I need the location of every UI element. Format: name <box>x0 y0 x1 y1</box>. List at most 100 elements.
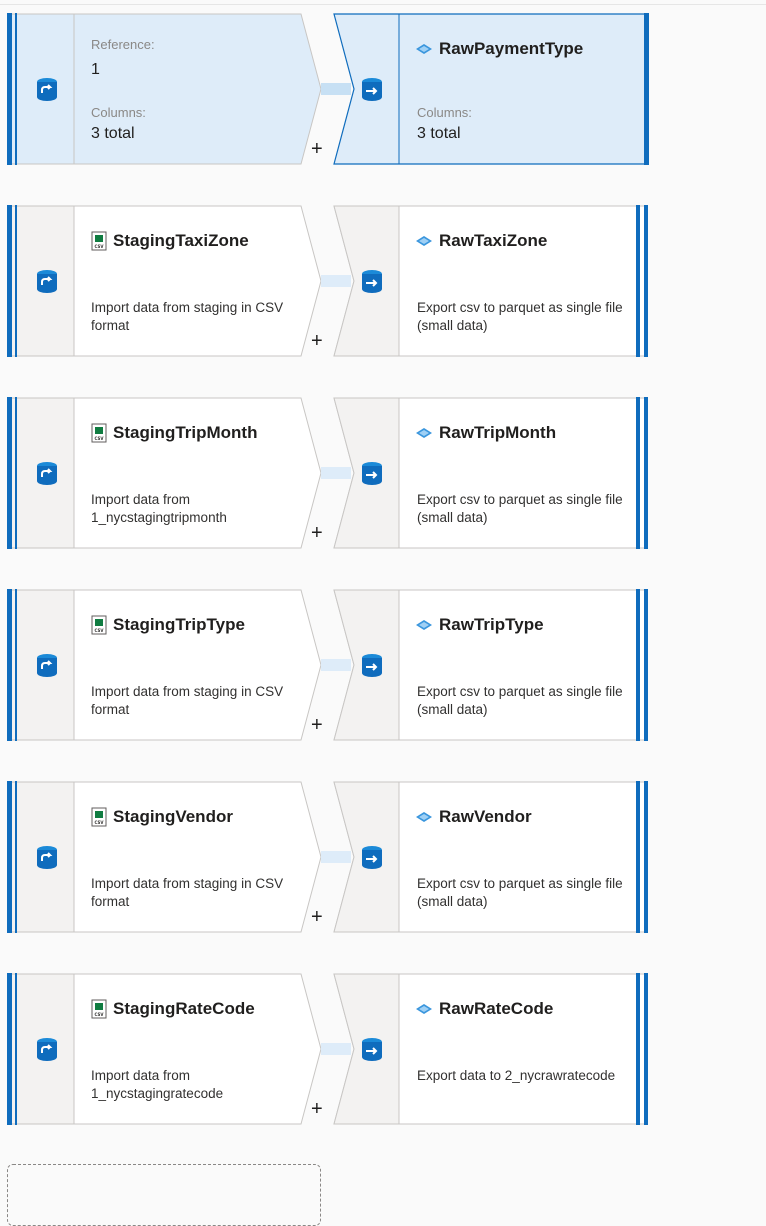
flow-row-payment-type[interactable]: Reference: 1 Columns: 3 total + RawPayme… <box>7 13 649 165</box>
svg-text:CSV: CSV <box>95 820 105 825</box>
source-accent-stripe <box>7 589 12 741</box>
sink-accent-stripe <box>636 973 640 1125</box>
csv-file-icon: CSV <box>91 807 107 827</box>
source-title[interactable]: CSV StagingTaxiZone <box>91 231 249 251</box>
reference-value: 1 <box>91 61 100 78</box>
source-accent-stripe-inner <box>15 589 17 741</box>
source-description: Import data from 1_nycstagingratecode <box>91 1068 224 1101</box>
sink-columns-label: Columns: <box>417 105 472 120</box>
parquet-icon <box>416 1004 432 1014</box>
csv-file-icon: CSV <box>91 231 107 251</box>
parquet-icon <box>416 620 432 630</box>
source-side-panel[interactable] <box>19 206 75 356</box>
sink-accent-stripe-outer <box>644 973 648 1125</box>
source-title[interactable]: CSV StagingVendor <box>91 807 233 827</box>
export-db-icon <box>362 846 382 869</box>
svg-text:CSV: CSV <box>95 244 105 249</box>
add-step-button[interactable]: + <box>311 331 323 351</box>
sink-side-panel[interactable] <box>345 974 399 1124</box>
svg-text:CSV: CSV <box>95 628 105 633</box>
sink-title[interactable]: RawTaxiZone <box>415 231 547 251</box>
transform-db-icon <box>37 78 57 101</box>
flow-row-4[interactable]: CSV StagingVendor Import data from stagi… <box>7 781 649 933</box>
sink-description: Export data to 2_nycrawratecode <box>417 1068 616 1083</box>
source-accent-stripe <box>7 397 12 549</box>
parquet-icon <box>416 44 432 54</box>
source-side-panel[interactable] <box>19 398 75 548</box>
source-side-panel[interactable] <box>19 974 75 1124</box>
sink-name: RawTripMonth <box>439 423 557 442</box>
sink-title[interactable]: RawTripMonth <box>415 423 556 443</box>
parquet-icon <box>416 812 432 822</box>
sink-accent-stripe-outer <box>644 205 648 357</box>
parquet-icon <box>416 428 432 438</box>
add-flow-placeholder[interactable] <box>7 1164 321 1226</box>
sink-side-panel[interactable] <box>345 782 399 932</box>
source-accent-stripe-inner <box>15 13 17 165</box>
sink-name: RawRateCode <box>439 999 554 1018</box>
sink-description: Export csv to parquet as single file (sm… <box>417 876 623 909</box>
export-db-icon <box>362 1038 382 1061</box>
source-name: StagingTaxiZone <box>113 231 249 250</box>
source-title[interactable]: CSV StagingTripMonth <box>91 423 257 443</box>
source-side-panel[interactable] <box>19 782 75 932</box>
sink-side-panel[interactable] <box>345 14 399 164</box>
flow-row-3[interactable]: CSV StagingTripType Import data from sta… <box>7 589 649 741</box>
export-db-icon <box>362 654 382 677</box>
source-accent-stripe <box>7 13 12 165</box>
columns-value: 3 total <box>91 125 135 142</box>
source-description: Import data from staging in CSV format <box>91 684 284 717</box>
source-title[interactable]: CSV StagingRateCode <box>91 999 255 1019</box>
columns-label: Columns: <box>91 105 146 120</box>
source-side-panel[interactable] <box>19 14 75 164</box>
sink-description: Export csv to parquet as single file (sm… <box>417 684 623 717</box>
source-accent-stripe <box>7 205 12 357</box>
sink-columns-value: 3 total <box>417 125 461 142</box>
source-description: Import data from 1_nycstagingtripmonth <box>91 492 227 525</box>
sink-accent-stripe-outer <box>644 397 648 549</box>
transform-db-icon <box>37 654 57 677</box>
add-step-button[interactable]: + <box>311 715 323 735</box>
source-accent-stripe-inner <box>15 205 17 357</box>
source-title[interactable]: CSV StagingTripType <box>91 615 245 635</box>
sink-title[interactable]: RawPaymentType <box>415 39 583 59</box>
sink-accent-stripe-outer <box>644 781 648 933</box>
sink-accent-stripe <box>644 13 649 165</box>
export-db-icon <box>362 270 382 293</box>
sink-title[interactable]: RawVendor <box>415 807 532 827</box>
source-name: StagingTripMonth <box>113 423 258 442</box>
source-name: StagingRateCode <box>113 999 255 1018</box>
source-accent-stripe <box>7 973 12 1125</box>
svg-text:CSV: CSV <box>95 436 105 441</box>
sink-side-panel[interactable] <box>345 398 399 548</box>
sink-accent-stripe <box>636 397 640 549</box>
add-step-button[interactable]: + <box>311 907 323 927</box>
add-step-button[interactable]: + <box>311 139 323 159</box>
add-step-button[interactable]: + <box>311 523 323 543</box>
source-accent-stripe-inner <box>15 397 17 549</box>
csv-file-icon: CSV <box>91 423 107 443</box>
sink-title[interactable]: RawTripType <box>415 615 544 635</box>
transform-db-icon <box>37 846 57 869</box>
sink-accent-stripe <box>636 205 640 357</box>
sink-description: Export csv to parquet as single file (sm… <box>417 492 623 525</box>
add-step-button[interactable]: + <box>311 1099 323 1119</box>
transform-db-icon <box>37 462 57 485</box>
source-accent-stripe-inner <box>15 781 17 933</box>
sink-name: RawVendor <box>439 807 532 826</box>
flow-row-2[interactable]: CSV StagingTripMonth Import data from 1_… <box>7 397 649 549</box>
top-divider <box>0 4 766 5</box>
csv-file-icon: CSV <box>91 999 107 1019</box>
source-name: StagingVendor <box>113 807 233 826</box>
sink-side-panel[interactable] <box>345 590 399 740</box>
source-description: Import data from staging in CSV format <box>91 876 284 909</box>
flow-row-1[interactable]: CSV StagingTaxiZone Import data from sta… <box>7 205 649 357</box>
sink-side-panel[interactable] <box>345 206 399 356</box>
source-accent-stripe <box>7 781 12 933</box>
sink-accent-stripe <box>636 589 640 741</box>
flow-row-5[interactable]: CSV StagingRateCode Import data from 1_n… <box>7 973 649 1125</box>
sink-accent-stripe-outer <box>644 589 648 741</box>
reference-label: Reference: <box>91 37 155 52</box>
sink-title[interactable]: RawRateCode <box>415 999 553 1019</box>
source-side-panel[interactable] <box>19 590 75 740</box>
